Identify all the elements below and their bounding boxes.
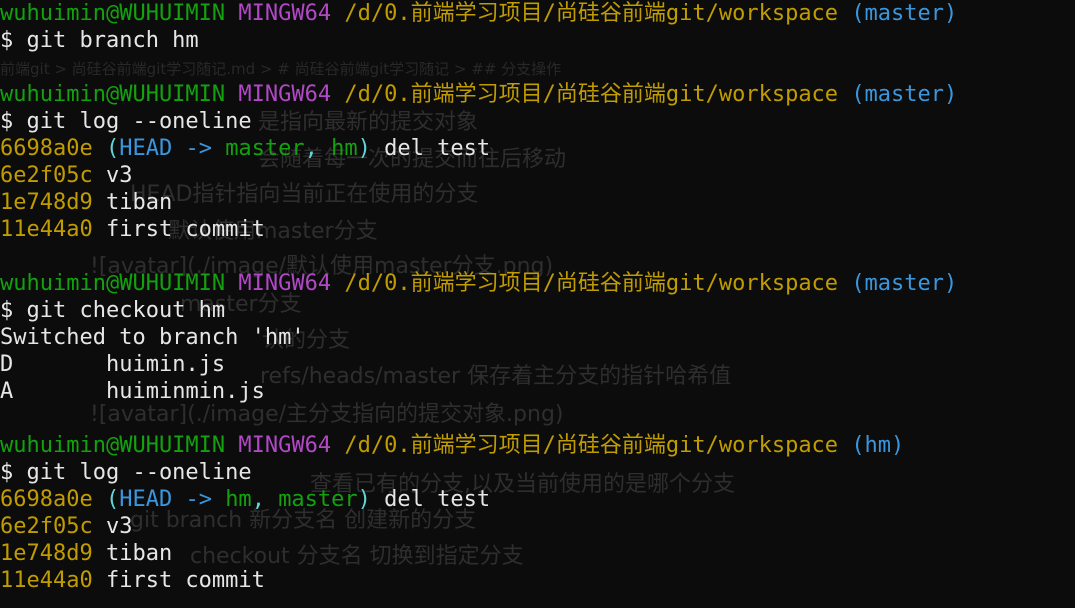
file-name: huimin.js bbox=[105, 352, 226, 377]
decor-sep: , bbox=[304, 136, 332, 161]
log-entry: 6698a0e (HEAD -> hm, master) del test bbox=[0, 486, 957, 513]
commit-hash: 6e2f05c bbox=[0, 163, 93, 188]
commit-message: tiban bbox=[92, 190, 173, 215]
prompt-path: /d/0.前端学习项目/尚硅谷前端git/workspace bbox=[344, 271, 839, 296]
prompt-branch: (master) bbox=[851, 1, 958, 26]
file-status-line: A huiminmin.js bbox=[0, 378, 957, 405]
command-line: $ git checkout hm bbox=[0, 298, 226, 323]
branch-ref: hm bbox=[331, 136, 358, 161]
commit-message: del test bbox=[370, 136, 491, 161]
commit-message: v3 bbox=[92, 163, 133, 188]
commit-hash: 6e2f05c bbox=[0, 514, 93, 539]
terminal-window[interactable]: 前端git > 尚硅谷前端git学习随记.md > # 尚硅谷前端git学习随记… bbox=[0, 0, 1075, 608]
decor-sep: , bbox=[251, 487, 279, 512]
commit-hash: 1e748d9 bbox=[0, 541, 93, 566]
branch-ref: hm bbox=[225, 487, 252, 512]
file-status: D bbox=[0, 352, 14, 377]
prompt-branch: (master) bbox=[851, 271, 958, 296]
prompt-path: /d/0.前端学习项目/尚硅谷前端git/workspace bbox=[344, 1, 839, 26]
decor-open: ( bbox=[105, 136, 120, 161]
head-arrow: -> bbox=[172, 136, 226, 161]
commit-hash: 6698a0e bbox=[0, 136, 93, 161]
prompt-line: wuhuimin@WUHUIMIN MINGW64 /d/0.前端学习项目/尚硅… bbox=[0, 432, 957, 459]
log-entry: 6e2f05c v3 bbox=[0, 513, 957, 540]
prompt-path: /d/0.前端学习项目/尚硅谷前端git/workspace bbox=[344, 433, 839, 458]
commit-hash: 11e44a0 bbox=[0, 568, 93, 593]
commit-hash: 11e44a0 bbox=[0, 217, 93, 242]
prompt-user: wuhuimin@WUHUIMIN bbox=[0, 271, 226, 296]
prompt-system: MINGW64 bbox=[238, 433, 332, 458]
prompt-system: MINGW64 bbox=[238, 82, 332, 107]
file-status-line: D huimin.js bbox=[0, 351, 957, 378]
prompt-branch: (master) bbox=[851, 82, 958, 107]
decor-close: ) bbox=[357, 136, 371, 161]
command-line: $ git branch hm bbox=[0, 28, 199, 53]
prompt-system: MINGW64 bbox=[238, 271, 332, 296]
commit-message: del test bbox=[370, 487, 491, 512]
log-entry: 11e44a0 first commit bbox=[0, 567, 957, 594]
branch-ref: master bbox=[278, 487, 358, 512]
commit-message: first commit bbox=[92, 568, 265, 593]
decor-close: ) bbox=[357, 487, 371, 512]
log-entry: 6698a0e (HEAD -> master, hm) del test bbox=[0, 135, 957, 162]
log-entry: 6e2f05c v3 bbox=[0, 162, 957, 189]
log-entry: 11e44a0 first commit bbox=[0, 216, 957, 243]
commit-hash: 1e748d9 bbox=[0, 190, 93, 215]
prompt-line: wuhuimin@WUHUIMIN MINGW64 /d/0.前端学习项目/尚硅… bbox=[0, 270, 957, 297]
log-entry: 1e748d9 tiban bbox=[0, 540, 957, 567]
head-arrow: -> bbox=[172, 487, 226, 512]
prompt-user: wuhuimin@WUHUIMIN bbox=[0, 82, 226, 107]
log-entry: 1e748d9 tiban bbox=[0, 189, 957, 216]
commit-message: first commit bbox=[92, 217, 265, 242]
file-status: A bbox=[0, 379, 14, 404]
prompt-line: wuhuimin@WUHUIMIN MINGW64 /d/0.前端学习项目/尚硅… bbox=[0, 0, 957, 27]
prompt-user: wuhuimin@WUHUIMIN bbox=[0, 1, 226, 26]
terminal-output[interactable]: wuhuimin@WUHUIMIN MINGW64 /d/0.前端学习项目/尚硅… bbox=[0, 0, 957, 594]
prompt-path: /d/0.前端学习项目/尚硅谷前端git/workspace bbox=[344, 82, 839, 107]
prompt-user: wuhuimin@WUHUIMIN bbox=[0, 433, 226, 458]
decor-open: ( bbox=[105, 487, 120, 512]
branch-ref: master bbox=[225, 136, 305, 161]
commit-hash: 6698a0e bbox=[0, 487, 93, 512]
prompt-system: MINGW64 bbox=[238, 1, 332, 26]
file-name: huiminmin.js bbox=[105, 379, 265, 404]
prompt-branch: (hm) bbox=[851, 433, 905, 458]
prompt-line: wuhuimin@WUHUIMIN MINGW64 /d/0.前端学习项目/尚硅… bbox=[0, 81, 957, 108]
command-line: $ git log --oneline bbox=[0, 109, 252, 134]
head-ref: HEAD bbox=[119, 136, 173, 161]
command-line: $ git log --oneline bbox=[0, 460, 252, 485]
commit-message: tiban bbox=[92, 541, 173, 566]
head-ref: HEAD bbox=[119, 487, 173, 512]
checkout-message: Switched to branch 'hm' bbox=[0, 325, 305, 350]
commit-message: v3 bbox=[92, 514, 133, 539]
